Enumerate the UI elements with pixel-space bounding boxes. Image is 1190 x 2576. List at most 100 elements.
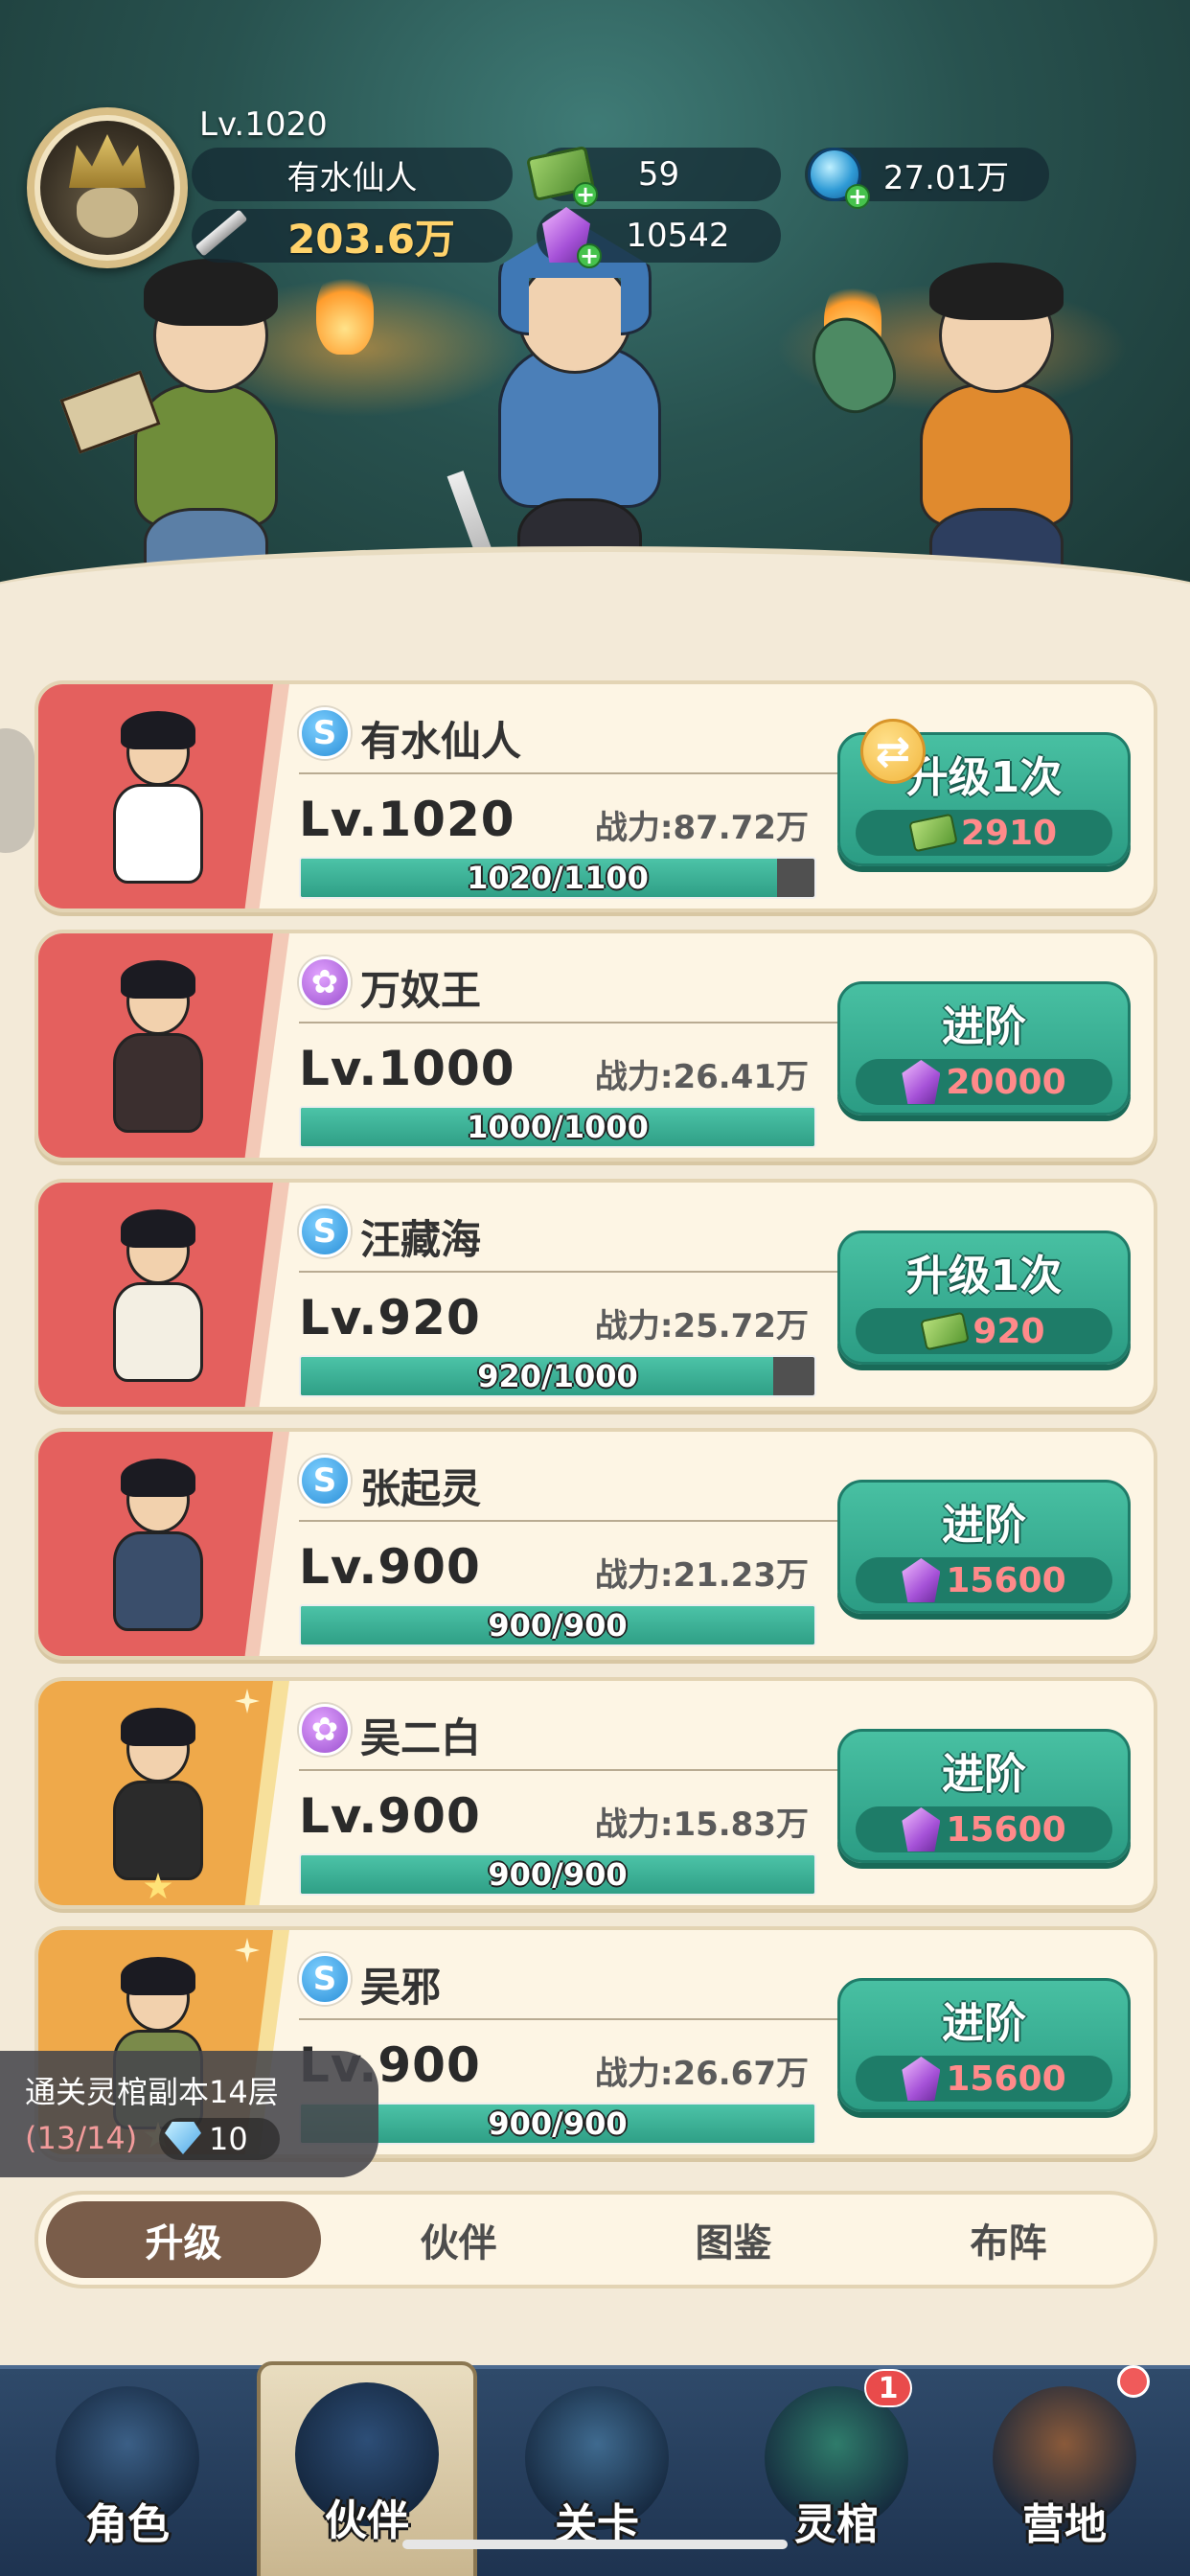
advance-button[interactable]: 进阶 15600 [837,1729,1131,1863]
gem-icon [902,1807,941,1852]
hero-level: Lv.900 [299,1788,481,1844]
xp-text: 900/900 [488,1607,628,1644]
nav-role[interactable]: 角色 [17,2369,238,2576]
gem-icon[interactable]: + [533,201,602,269]
nav-partner-label: 伙伴 [325,2496,409,2545]
nav-camp[interactable]: 营地 [954,2365,1175,2576]
hero-card[interactable]: ✿ 吴二白 Lv.900 战力:15.83万 900/900 进阶 15600 [34,1677,1157,1909]
sub-tab-bar: 升级 伙伴 图鉴 布阵 [34,2191,1157,2288]
side-drawer-handle[interactable] [0,728,34,853]
player-avatar[interactable] [27,107,188,268]
action-label: 升级1次 [905,1252,1063,1300]
coffin-badge: 1 [864,2369,912,2407]
diamond-icon [165,2122,201,2154]
hero-power: 战力:25.72万 [594,1307,809,1346]
cost-amount: 15600 [946,1560,1066,1600]
hero-portrait[interactable] [96,1209,220,1392]
player-name: 有水仙人 [192,148,513,201]
hero-level: Lv.1000 [299,1041,515,1096]
action-label: 进阶 [942,1999,1026,2048]
hero-portrait[interactable] [96,1708,220,1890]
cost-amount: 20000 [946,1062,1066,1102]
nav-camp-label: 营地 [1022,2500,1107,2549]
divider [299,2018,850,2020]
task-reward: 10 [159,2118,280,2160]
s-rank-icon: S [299,1455,351,1506]
action-label: 进阶 [942,1750,1026,1799]
s-rank-icon: S [299,707,351,759]
divider [299,1271,850,1273]
subtab-partner[interactable]: 伙伴 [321,2201,596,2278]
hero-name: 吴二白 [360,1714,482,1761]
hero-power: 战力:26.67万 [594,2055,809,2093]
add-gem-icon[interactable]: + [577,242,602,269]
xp-bar: 1020/1100 [299,857,816,899]
action-label: 进阶 [942,1501,1026,1550]
hero-name: 吴邪 [360,1964,442,2011]
hero-power: 战力:87.72万 [594,809,809,847]
task-progress: (13/14) [25,2120,138,2156]
advance-button[interactable]: 进阶 20000 [837,981,1131,1116]
add-orb-icon[interactable]: + [845,183,870,210]
cash-icon [920,1311,971,1351]
cash-icon[interactable]: + [525,144,598,208]
swap-icon[interactable]: ⇄ [860,719,926,784]
gem-icon [902,1558,941,1602]
divider [299,1769,850,1771]
hero-card[interactable]: S 张起灵 Lv.900 战力:21.23万 900/900 进阶 15600 [34,1428,1157,1660]
task-popup[interactable]: 通关灵棺副本14层 (13/14) 10 [0,2051,378,2177]
cash-icon [908,813,958,853]
subtab-upgrade[interactable]: 升级 [46,2201,321,2278]
hero-power: 战力:26.41万 [594,1058,809,1096]
task-reward-amount: 10 [209,2121,248,2157]
hero-level: Lv.920 [299,1290,481,1346]
divider [299,1520,850,1522]
xp-bar: 900/900 [299,1853,816,1896]
character-shovel [797,249,1150,594]
cost-pill: 15600 [856,2056,1112,2102]
hero-level: Lv.900 [299,1539,481,1595]
divider [299,1022,850,1024]
cost-pill: 15600 [856,1806,1112,1852]
hero-banner [0,0,1190,632]
hero-portrait[interactable] [96,960,220,1142]
player-level: Lv.1020 [199,105,328,144]
hero-name: 万奴王 [360,967,482,1014]
hero-portrait[interactable] [96,711,220,893]
action-label: 进阶 [942,1002,1026,1051]
hero-name: 有水仙人 [360,718,522,765]
cost-pill: 2910 [856,810,1112,856]
divider [299,772,850,774]
nav-role-label: 角色 [85,2500,170,2549]
home-indicator[interactable] [402,2540,788,2549]
hero-power: 战力:21.23万 [594,1556,809,1595]
orb-icon[interactable]: + [801,144,870,210]
hero-card[interactable]: S 有水仙人 Lv.1020 战力:87.72万 1020/1100 ⇄ 升级1… [34,680,1157,912]
xp-bar: 900/900 [299,1604,816,1646]
s-rank-icon: S [299,1953,351,2005]
hero-card[interactable]: S 汪藏海 Lv.920 战力:25.72万 920/1000 升级1次 920 [34,1179,1157,1411]
hero-name: 张起灵 [360,1465,482,1512]
hero-portrait[interactable] [96,1459,220,1641]
cost-amount: 920 [973,1311,1045,1351]
gem-icon [902,2057,941,2101]
upgrade-once-button[interactable]: 升级1次 920 [837,1230,1131,1365]
hero-name: 汪藏海 [360,1216,482,1263]
hero-level: Lv.1020 [299,792,515,847]
lotus-rank-icon: ✿ [299,956,351,1008]
camp-notification-dot [1117,2365,1150,2398]
hero-divider [0,546,1190,632]
xp-bar: 920/1000 [299,1355,816,1397]
subtab-formation[interactable]: 布阵 [871,2201,1146,2278]
hero-card[interactable]: ✿ 万奴王 Lv.1000 战力:26.41万 1000/1000 进阶 200… [34,930,1157,1162]
character-scholar [59,249,355,594]
cost-pill: 15600 [856,1557,1112,1603]
advance-button[interactable]: 进阶 15600 [837,1480,1131,1614]
xp-text: 1000/1000 [467,1109,649,1145]
subtab-codex[interactable]: 图鉴 [596,2201,871,2278]
cost-pill: 920 [856,1308,1112,1354]
s-rank-icon: S [299,1206,351,1257]
advance-button[interactable]: 进阶 15600 [837,1978,1131,2112]
xp-text: 1020/1100 [467,860,649,896]
cost-amount: 15600 [946,2058,1066,2099]
